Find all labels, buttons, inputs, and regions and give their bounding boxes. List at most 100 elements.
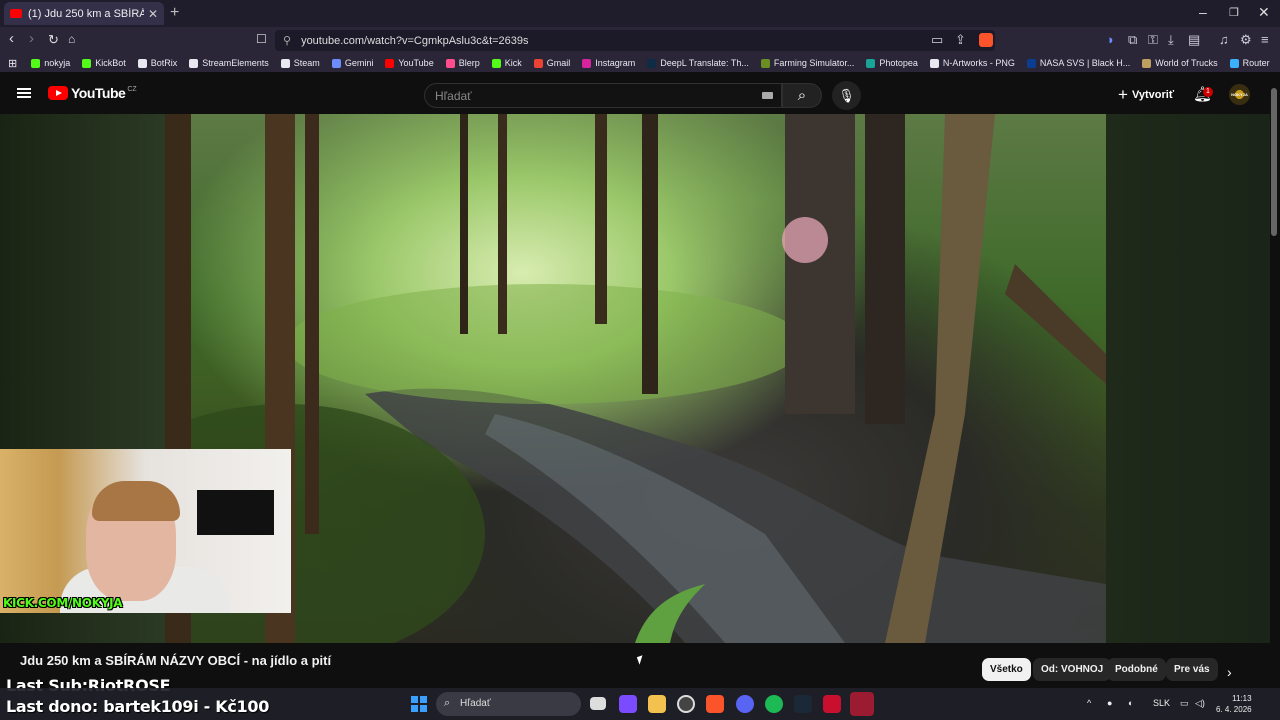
region-code: CZ xyxy=(127,85,137,93)
active-app-icon[interactable] xyxy=(850,692,874,716)
create-label: Vytvoriť xyxy=(1131,89,1175,101)
bookmark-item[interactable]: StreamElements xyxy=(189,58,269,68)
volume-icon[interactable]: ◁) xyxy=(1195,698,1205,709)
bookmark-item[interactable]: Kick xyxy=(491,58,522,68)
chevron-right-icon[interactable]: › xyxy=(1227,664,1232,680)
settings-icon[interactable]: ⚙ xyxy=(1240,32,1252,48)
bookmark-favicon-icon xyxy=(385,58,395,68)
close-window-icon[interactable]: ✕ xyxy=(1258,4,1270,21)
site-info-icon[interactable]: ⚲ xyxy=(283,34,291,47)
bookmark-label: Instagram xyxy=(595,58,636,68)
bookmark-label: DeepL Translate: Th... xyxy=(660,58,749,68)
search-input[interactable]: Hľadať xyxy=(424,83,782,108)
language-indicator[interactable]: SLK xyxy=(1153,698,1170,708)
apps-grid-icon[interactable]: ⊞ xyxy=(8,57,17,70)
close-tab-icon[interactable]: ✕ xyxy=(148,7,158,21)
page-scrollbar[interactable] xyxy=(1271,88,1277,236)
bookmark-item[interactable]: Router xyxy=(1229,58,1270,68)
trucksbook-icon[interactable] xyxy=(823,695,841,713)
bookmark-favicon-icon xyxy=(491,58,501,68)
vpn-icon[interactable]: ⚿ xyxy=(1148,32,1158,48)
avatar-text: NOKYJA xyxy=(1231,92,1248,97)
bookmark-item[interactable]: Gemini xyxy=(331,58,374,68)
extensions-icon[interactable]: ⧉ xyxy=(1128,32,1137,48)
bookmark-favicon-icon xyxy=(929,58,939,68)
bookmark-favicon-icon xyxy=(280,58,290,68)
bookmark-item[interactable]: Steam xyxy=(280,58,320,68)
tray-app-icon[interactable]: ● xyxy=(1107,698,1112,708)
avatar[interactable]: NOKYJA xyxy=(1229,84,1250,105)
chip-label: Od: VOHNOJ xyxy=(1041,664,1104,675)
taskbar-search[interactable]: ⌕ Hľadať xyxy=(436,692,581,716)
taskbar-clock[interactable]: 11:13 6. 4. 2026 xyxy=(1216,693,1252,715)
brave-browser-icon[interactable] xyxy=(706,695,724,713)
bookmark-label: nokyja xyxy=(44,58,71,68)
address-bar-row: ‹ › ↻ ⌂ ☐ ⚲ youtube.com/watch?v=CgmkpAsl… xyxy=(0,27,1280,54)
minimize-icon[interactable]: – xyxy=(1199,4,1207,20)
chip-all[interactable]: Všetko xyxy=(982,658,1031,681)
bookmark-favicon-icon xyxy=(137,58,147,68)
bookmark-item[interactable]: N-Artworks - PNG xyxy=(929,58,1015,68)
bookmark-label: NASA SVS | Black H... xyxy=(1039,58,1131,68)
restore-icon[interactable]: ❐ xyxy=(1229,6,1239,19)
bookmark-item[interactable]: Instagram xyxy=(582,58,635,68)
youtube-logo[interactable]: YouTube CZ xyxy=(48,85,137,101)
plus-icon: + xyxy=(1118,85,1128,104)
create-button[interactable]: + Vytvoriť xyxy=(1118,85,1174,105)
back-icon[interactable]: ‹ xyxy=(9,30,14,47)
video-frame[interactable] xyxy=(165,114,1106,643)
leo-icon[interactable]: ◗ xyxy=(1107,32,1115,47)
bookmark-item[interactable]: Gmail xyxy=(533,58,570,68)
keyboard-icon[interactable] xyxy=(762,92,773,99)
bookmark-item[interactable]: World of Trucks xyxy=(1142,58,1218,68)
media-icon[interactable]: ♫ xyxy=(1219,32,1229,47)
wallet-icon[interactable]: ▤ xyxy=(1188,32,1200,48)
reload-icon[interactable]: ↻ xyxy=(48,32,59,48)
bookmark-item[interactable]: DeepL Translate: Th... xyxy=(647,58,749,68)
forward-icon[interactable]: › xyxy=(29,30,34,47)
brave-shields-icon[interactable] xyxy=(979,33,993,47)
new-tab-icon[interactable]: + xyxy=(170,4,179,22)
downloads-icon[interactable]: ⤓ xyxy=(1168,32,1174,48)
home-icon[interactable]: ⌂ xyxy=(68,32,75,46)
tray-app-icon[interactable]: ◐ xyxy=(1128,698,1133,708)
network-icon[interactable]: ▭ xyxy=(1180,698,1189,709)
taskbar-search-placeholder: Hľadať xyxy=(460,698,491,709)
chip-from-channel[interactable]: Od: VOHNOJ xyxy=(1033,658,1112,681)
voice-search-button[interactable]: 🎙 xyxy=(832,81,861,110)
bookmark-item[interactable]: Photopea xyxy=(866,58,918,68)
file-explorer-icon[interactable] xyxy=(648,695,666,713)
bookmark-label: Blerp xyxy=(458,58,480,68)
bookmark-favicon-icon xyxy=(331,58,341,68)
notification-badge: 1 xyxy=(1203,87,1213,97)
task-view-icon[interactable] xyxy=(590,697,606,710)
bookmark-item[interactable]: YouTube xyxy=(385,58,434,68)
windows-start-icon[interactable] xyxy=(411,696,427,712)
discord-icon[interactable] xyxy=(736,695,754,713)
bookmark-label: Gemini xyxy=(344,58,374,68)
spotify-icon[interactable] xyxy=(765,695,783,713)
bookmark-item[interactable]: KickBot xyxy=(82,58,126,68)
install-icon[interactable]: ▭ xyxy=(931,32,943,48)
menu-icon[interactable]: ≡ xyxy=(1261,32,1269,47)
bookmark-item[interactable]: BotRix xyxy=(137,58,177,68)
steam-icon[interactable] xyxy=(794,695,812,713)
bookmark-item[interactable]: Blerp xyxy=(445,58,480,68)
bookmark-icon[interactable]: ☐ xyxy=(256,32,267,46)
bookmark-label: KickBot xyxy=(95,58,126,68)
hamburger-menu-icon[interactable] xyxy=(17,88,31,98)
youtube-logo-text: YouTube xyxy=(71,85,126,101)
chip-for-you[interactable]: Pre vás xyxy=(1166,658,1218,681)
bookmark-item[interactable]: nokyja xyxy=(31,58,70,68)
share-icon[interactable]: ⇪ xyxy=(955,32,966,48)
search-button[interactable]: ⌕ xyxy=(782,83,822,108)
chatgpt-icon[interactable] xyxy=(677,695,695,713)
bookmark-label: Router xyxy=(1242,58,1270,68)
url-field[interactable]: ⚲ youtube.com/watch?v=CgmkpAslu3c&t=2639… xyxy=(275,30,995,51)
bookmark-item[interactable]: Farming Simulator... xyxy=(760,58,854,68)
browser-tab[interactable]: (1) Jdu 250 km a SBÍRÁM NÁ ✕ xyxy=(4,2,164,25)
chip-related[interactable]: Podobné xyxy=(1107,658,1166,681)
widgets-icon[interactable] xyxy=(619,695,637,713)
tray-chevron-icon[interactable]: ^ xyxy=(1087,698,1091,708)
bookmark-item[interactable]: NASA SVS | Black H... xyxy=(1026,58,1131,68)
